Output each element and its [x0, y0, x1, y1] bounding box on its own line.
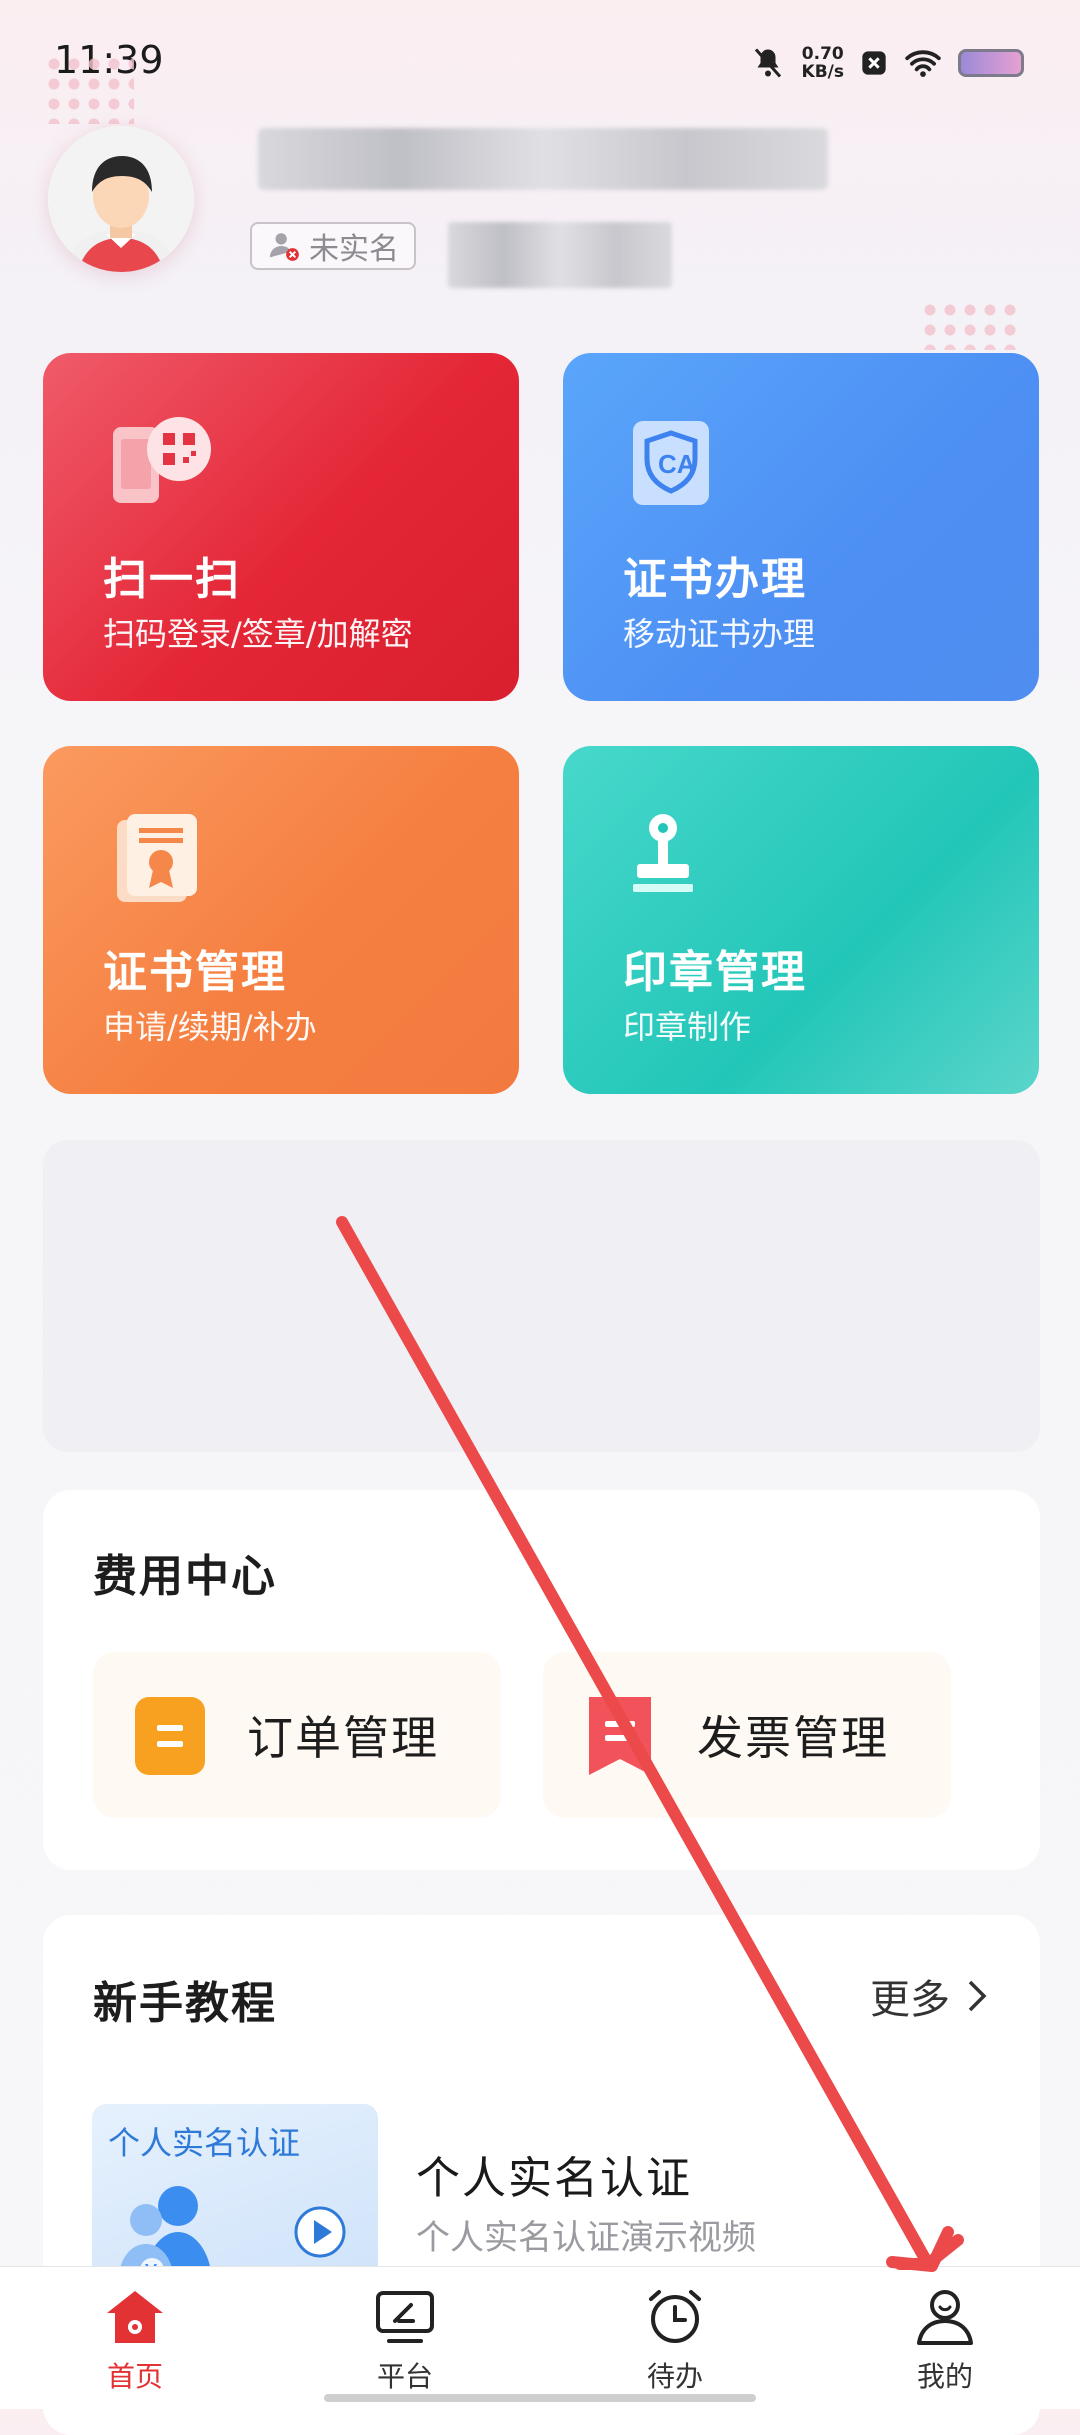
user-unverified-icon [269, 233, 299, 261]
seal-manage-tile[interactable]: 印章管理 印章制作 [563, 746, 1039, 1094]
nav-home-label: 首页 [106, 2360, 163, 2393]
cert-manage-tile-subtitle: 申请/续期/补办 [103, 1008, 317, 1046]
tutorial-thumbnail[interactable]: 个人实名认证 V [92, 2104, 378, 2284]
nav-todo-label: 待办 [646, 2360, 703, 2393]
cert-manage-tile[interactable]: 证书管理 申请/续期/补办 [43, 746, 519, 1094]
bottom-nav: 首页 平台 待办 我的 [0, 2266, 1080, 2409]
cert-apply-tile-subtitle: 移动证书办理 [623, 615, 816, 653]
tutorial-item-title[interactable]: 个人实名认证 [416, 2142, 692, 2206]
fee-center-card: 费用中心 订单管理 发票管理 [43, 1490, 1040, 1870]
nav-home[interactable]: 首页 [0, 2267, 270, 2409]
alarm-clock-icon [649, 2290, 701, 2343]
notification-x-icon [862, 51, 886, 75]
ca-shield-icon: CA [633, 421, 709, 505]
auth-status-label: 未实名 [309, 232, 399, 267]
certificate-icon [117, 814, 197, 902]
nav-platform[interactable]: 平台 [270, 2267, 540, 2409]
scan-tile-subtitle: 扫码登录/签章/加解密 [103, 615, 413, 653]
more-label: 更多 [870, 1977, 950, 2023]
username-masked [258, 128, 828, 190]
nav-mine-label: 我的 [916, 2360, 973, 2393]
play-icon[interactable] [292, 2204, 348, 2260]
nav-todo[interactable]: 待办 [540, 2267, 810, 2409]
invoice-icon [589, 1697, 651, 1775]
nav-mine[interactable]: 我的 [810, 2267, 1080, 2409]
status-icons: 0.70 KB/s [750, 40, 1024, 86]
stamp-icon [633, 814, 693, 892]
net-speed-unit: KB/s [801, 62, 844, 82]
decor-dots [44, 54, 134, 124]
invoice-management-label: 发票管理 [697, 1711, 889, 1765]
seal-manage-tile-subtitle: 印章制作 [623, 1008, 752, 1046]
tutorial-more-link[interactable]: 更多 [870, 1967, 988, 2025]
invoice-management-button[interactable]: 发票管理 [543, 1652, 951, 1818]
seal-manage-tile-title: 印章管理 [623, 947, 807, 998]
scan-qr-icon [113, 417, 211, 503]
banner-placeholder[interactable] [43, 1140, 1040, 1452]
home-icon [107, 2291, 163, 2343]
home-indicator [324, 2394, 756, 2402]
svg-text:CA: CA [658, 449, 696, 479]
profile-icon [917, 2290, 973, 2345]
order-management-label: 订单管理 [247, 1711, 439, 1765]
fee-center-title: 费用中心 [93, 1551, 277, 1602]
order-icon [135, 1697, 205, 1775]
battery-icon [958, 49, 1024, 77]
platform-icon [376, 2291, 434, 2343]
order-management-button[interactable]: 订单管理 [93, 1652, 501, 1818]
tutorial-title: 新手教程 [93, 1978, 277, 2029]
cert-manage-tile-title: 证书管理 [103, 947, 287, 998]
cert-apply-tile-title: 证书办理 [623, 554, 807, 605]
cert-apply-tile[interactable]: CA 证书办理 移动证书办理 [563, 353, 1039, 701]
chevron-right-icon [968, 1980, 987, 2012]
wifi-icon [905, 50, 941, 77]
decor-dots [920, 300, 1020, 350]
scan-tile[interactable]: 扫一扫 扫码登录/签章/加解密 [43, 353, 519, 701]
thumbnail-title: 个人实名认证 [108, 2124, 301, 2162]
avatar[interactable] [48, 126, 194, 272]
mute-bell-icon [754, 48, 781, 78]
account-id-masked [448, 222, 672, 288]
user-avatar-icon [48, 126, 194, 272]
scan-tile-title: 扫一扫 [103, 554, 241, 605]
auth-status-badge[interactable]: 未实名 [250, 222, 416, 270]
tutorial-item-subtitle: 个人实名认证演示视频 [416, 2218, 756, 2258]
net-speed-value: 0.70 [801, 44, 844, 64]
nav-platform-label: 平台 [376, 2360, 433, 2393]
net-speed: 0.70 KB/s [802, 45, 844, 81]
